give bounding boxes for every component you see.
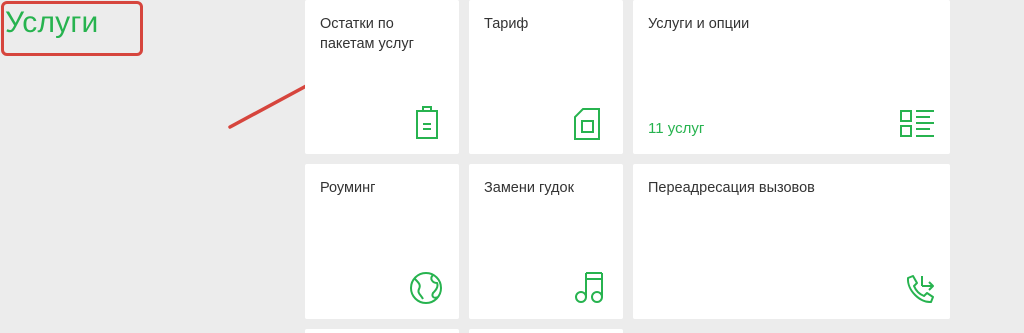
music-note-icon [574,270,604,304]
battery-icon [415,106,439,140]
tile-tariff[interactable]: Тариф [469,0,623,154]
tile-label: Замени гудок [484,180,574,196]
call-forward-icon [904,274,936,304]
tile-package-balances[interactable]: Остатки по пакетам услуг [305,0,459,154]
tile-label: Переадресация вызовов [648,180,815,196]
globe-icon [409,271,443,305]
tile-partial[interactable] [305,329,459,333]
tile-replace-ringback[interactable]: Замени гудок [469,164,623,319]
sim-card-icon [573,107,601,141]
tile-partial[interactable] [469,329,623,333]
page-title: Услуги [5,6,99,39]
services-list-icon [900,109,936,139]
tile-services-and-options[interactable]: Услуги и опции 11 услуг [633,0,950,154]
tile-label: Услуги и опции [648,16,750,32]
tile-label: Остатки по пакетам услуг [320,16,414,52]
tile-roaming[interactable]: Роуминг [305,164,459,319]
services-count: 11 услуг [648,120,705,137]
tile-call-forwarding[interactable]: Переадресация вызовов [633,164,950,319]
tile-label: Тариф [484,16,529,32]
tile-label: Роуминг [320,180,376,196]
